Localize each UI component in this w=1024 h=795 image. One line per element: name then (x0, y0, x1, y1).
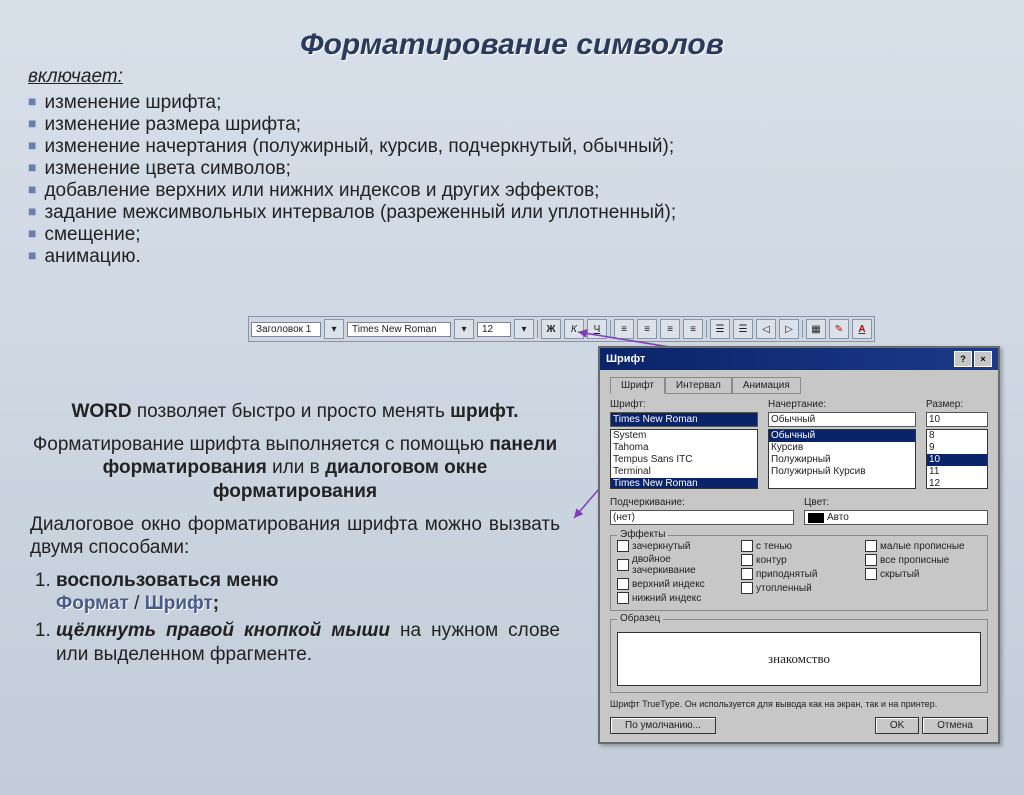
help-icon[interactable]: ? (954, 351, 972, 367)
outdent-icon[interactable]: ◁ (756, 319, 776, 339)
bullet-item: изменение начертания (полужирный, курсив… (28, 136, 1024, 158)
bullet-item: смещение; (28, 224, 1024, 246)
indent-icon[interactable]: ▷ (779, 319, 799, 339)
bullet-item: изменение цвета символов; (28, 158, 1024, 180)
style-listbox[interactable]: Обычный Курсив Полужирный Полужирный Кур… (768, 429, 916, 489)
font-label: Шрифт: (610, 399, 758, 410)
align-left-icon[interactable]: ≡ (614, 319, 634, 339)
highlight-icon[interactable]: ✎ (829, 319, 849, 339)
body-text: WORD позволяет быстро и просто менять шр… (30, 400, 560, 670)
bold-button[interactable]: Ж (541, 319, 561, 339)
checkbox-doublestrike[interactable]: двойное зачеркивание (617, 554, 733, 576)
intro-text: включает: (28, 66, 123, 87)
sample-group: Образец знакомство (610, 619, 988, 693)
color-select[interactable]: Авто (804, 510, 988, 525)
tab-font[interactable]: Шрифт (610, 377, 665, 394)
dialog-title: Шрифт (606, 353, 645, 365)
style-selector[interactable]: Заголовок 1 (251, 322, 321, 337)
footer-hint: Шрифт TrueType. Он используется для выво… (610, 699, 988, 709)
bullet-item: изменение размера шрифта; (28, 114, 1024, 136)
align-center-icon[interactable]: ≡ (637, 319, 657, 339)
font-selector[interactable]: Times New Roman (347, 322, 451, 337)
close-icon[interactable]: × (974, 351, 992, 367)
size-selector[interactable]: 12 (477, 322, 511, 337)
dropdown-icon[interactable]: ▾ (514, 319, 534, 339)
tab-spacing[interactable]: Интервал (665, 377, 732, 394)
dropdown-icon[interactable]: ▾ (324, 319, 344, 339)
checkbox-superscript[interactable]: верхний индекс (617, 578, 733, 590)
underline-label: Подчеркивание: (610, 497, 794, 508)
default-button[interactable]: По умолчанию... (610, 717, 716, 734)
font-color-icon[interactable]: A (852, 319, 872, 339)
style-label: Начертание: (768, 399, 916, 410)
word-label: WORD (71, 401, 131, 422)
italic-button[interactable]: К (564, 319, 584, 339)
numbered-list-icon[interactable]: ☰ (710, 319, 730, 339)
list-item: воспользоваться меню Формат / Шрифт; (56, 569, 560, 615)
bullet-item: анимацию. (28, 246, 1024, 268)
formatting-toolbar: Заголовок 1▾ Times New Roman▾ 12▾ Ж К Ч … (248, 316, 875, 342)
sample-label: Образец (617, 613, 663, 624)
tab-animation[interactable]: Анимация (732, 377, 801, 394)
checkbox-shadow[interactable]: с тенью (741, 540, 857, 552)
font-listbox[interactable]: System Tahoma Tempus Sans ITC Terminal T… (610, 429, 758, 489)
checkbox-smallcaps[interactable]: малые прописные (865, 540, 981, 552)
color-label: Цвет: (804, 497, 988, 508)
checkbox-allcaps[interactable]: все прописные (865, 554, 981, 566)
align-justify-icon[interactable]: ≡ (683, 319, 703, 339)
checkbox-emboss[interactable]: приподнятый (741, 568, 857, 580)
align-right-icon[interactable]: ≡ (660, 319, 680, 339)
font-dialog: Шрифт ? × Шрифт Интервал Анимация Шрифт:… (598, 346, 1000, 744)
color-swatch-icon (808, 513, 824, 523)
checkbox-engrave[interactable]: утопленный (741, 582, 857, 594)
effects-group: Эффекты зачеркнутый двойное зачеркивание… (610, 535, 988, 611)
size-listbox[interactable]: 8 9 10 11 12 (926, 429, 988, 489)
bullet-item: изменение шрифта; (28, 92, 1024, 114)
checkbox-hidden[interactable]: скрытый (865, 568, 981, 580)
style-input[interactable]: Обычный (768, 412, 916, 427)
font-input[interactable]: Times New Roman (610, 412, 758, 427)
list-item: щёлкнуть правой кнопкой мыши на нужном с… (56, 619, 560, 665)
bullet-list-icon[interactable]: ☰ (733, 319, 753, 339)
effects-label: Эффекты (617, 529, 668, 540)
underline-button[interactable]: Ч (587, 319, 607, 339)
cancel-button[interactable]: Отмена (922, 717, 988, 734)
checkbox-subscript[interactable]: нижний индекс (617, 592, 733, 604)
sample-preview: знакомство (617, 632, 981, 686)
bullet-item: задание межсимвольных интервалов (разреж… (28, 202, 1024, 224)
ok-button[interactable]: OK (875, 717, 919, 734)
dropdown-icon[interactable]: ▾ (454, 319, 474, 339)
checkbox-strike[interactable]: зачеркнутый (617, 540, 733, 552)
size-label: Размер: (926, 399, 988, 410)
underline-select[interactable]: (нет) (610, 510, 794, 525)
bullet-list: включает: изменение шрифта; изменение ра… (28, 66, 1024, 268)
bullet-item: добавление верхних или нижних индексов и… (28, 180, 1024, 202)
dialog-titlebar: Шрифт ? × (600, 348, 998, 370)
checkbox-outline[interactable]: контур (741, 554, 857, 566)
borders-icon[interactable]: ▦ (806, 319, 826, 339)
slide-title: Форматирование символов (0, 28, 1024, 62)
size-input[interactable]: 10 (926, 412, 988, 427)
